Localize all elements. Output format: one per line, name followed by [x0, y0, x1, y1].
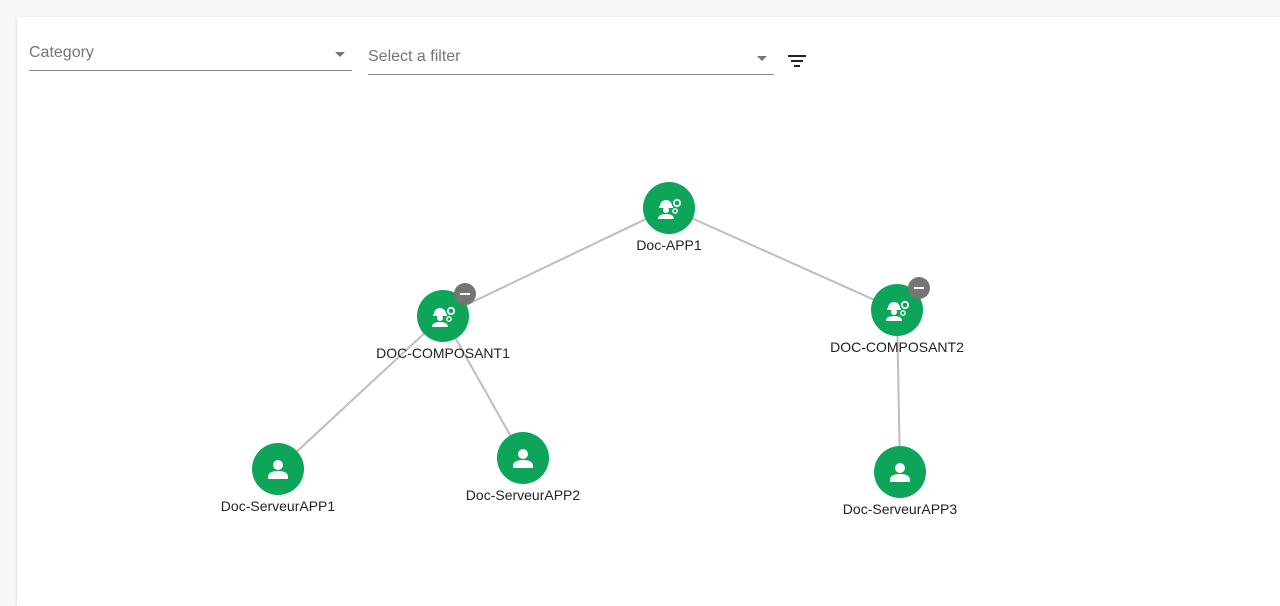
graph-node-app1[interactable]: Doc-APP1: [636, 182, 702, 253]
network-graph[interactable]: Doc-APP1 DOC-COMPOSANT1 DOC-COMPOSANT2 Doc-…: [17, 17, 1280, 606]
node-label: Doc-ServeurAPP1: [221, 498, 336, 514]
node-label: Doc-ServeurAPP2: [466, 487, 581, 503]
node-label: DOC-COMPOSANT2: [830, 339, 964, 355]
graph-card: Category Select a filter Doc-APP1 DOC-COM…: [17, 17, 1280, 606]
collapse-button[interactable]: [454, 283, 476, 305]
graph-edge: [668, 207, 898, 311]
minus-icon: [460, 293, 470, 295]
node-label: DOC-COMPOSANT1: [376, 345, 510, 361]
graph-node-comp1[interactable]: DOC-COMPOSANT1: [376, 283, 510, 361]
graph-edge: [442, 207, 670, 317]
graph-node-srv2[interactable]: Doc-ServeurAPP2: [466, 432, 581, 503]
graph-node-srv1[interactable]: Doc-ServeurAPP1: [221, 443, 336, 514]
graph-edge: [277, 315, 444, 470]
node-label: Doc-APP1: [636, 237, 702, 253]
node-label: Doc-ServeurAPP3: [843, 501, 958, 517]
collapse-button[interactable]: [908, 277, 930, 299]
minus-icon: [914, 287, 924, 289]
graph-node-srv3[interactable]: Doc-ServeurAPP3: [843, 446, 958, 517]
